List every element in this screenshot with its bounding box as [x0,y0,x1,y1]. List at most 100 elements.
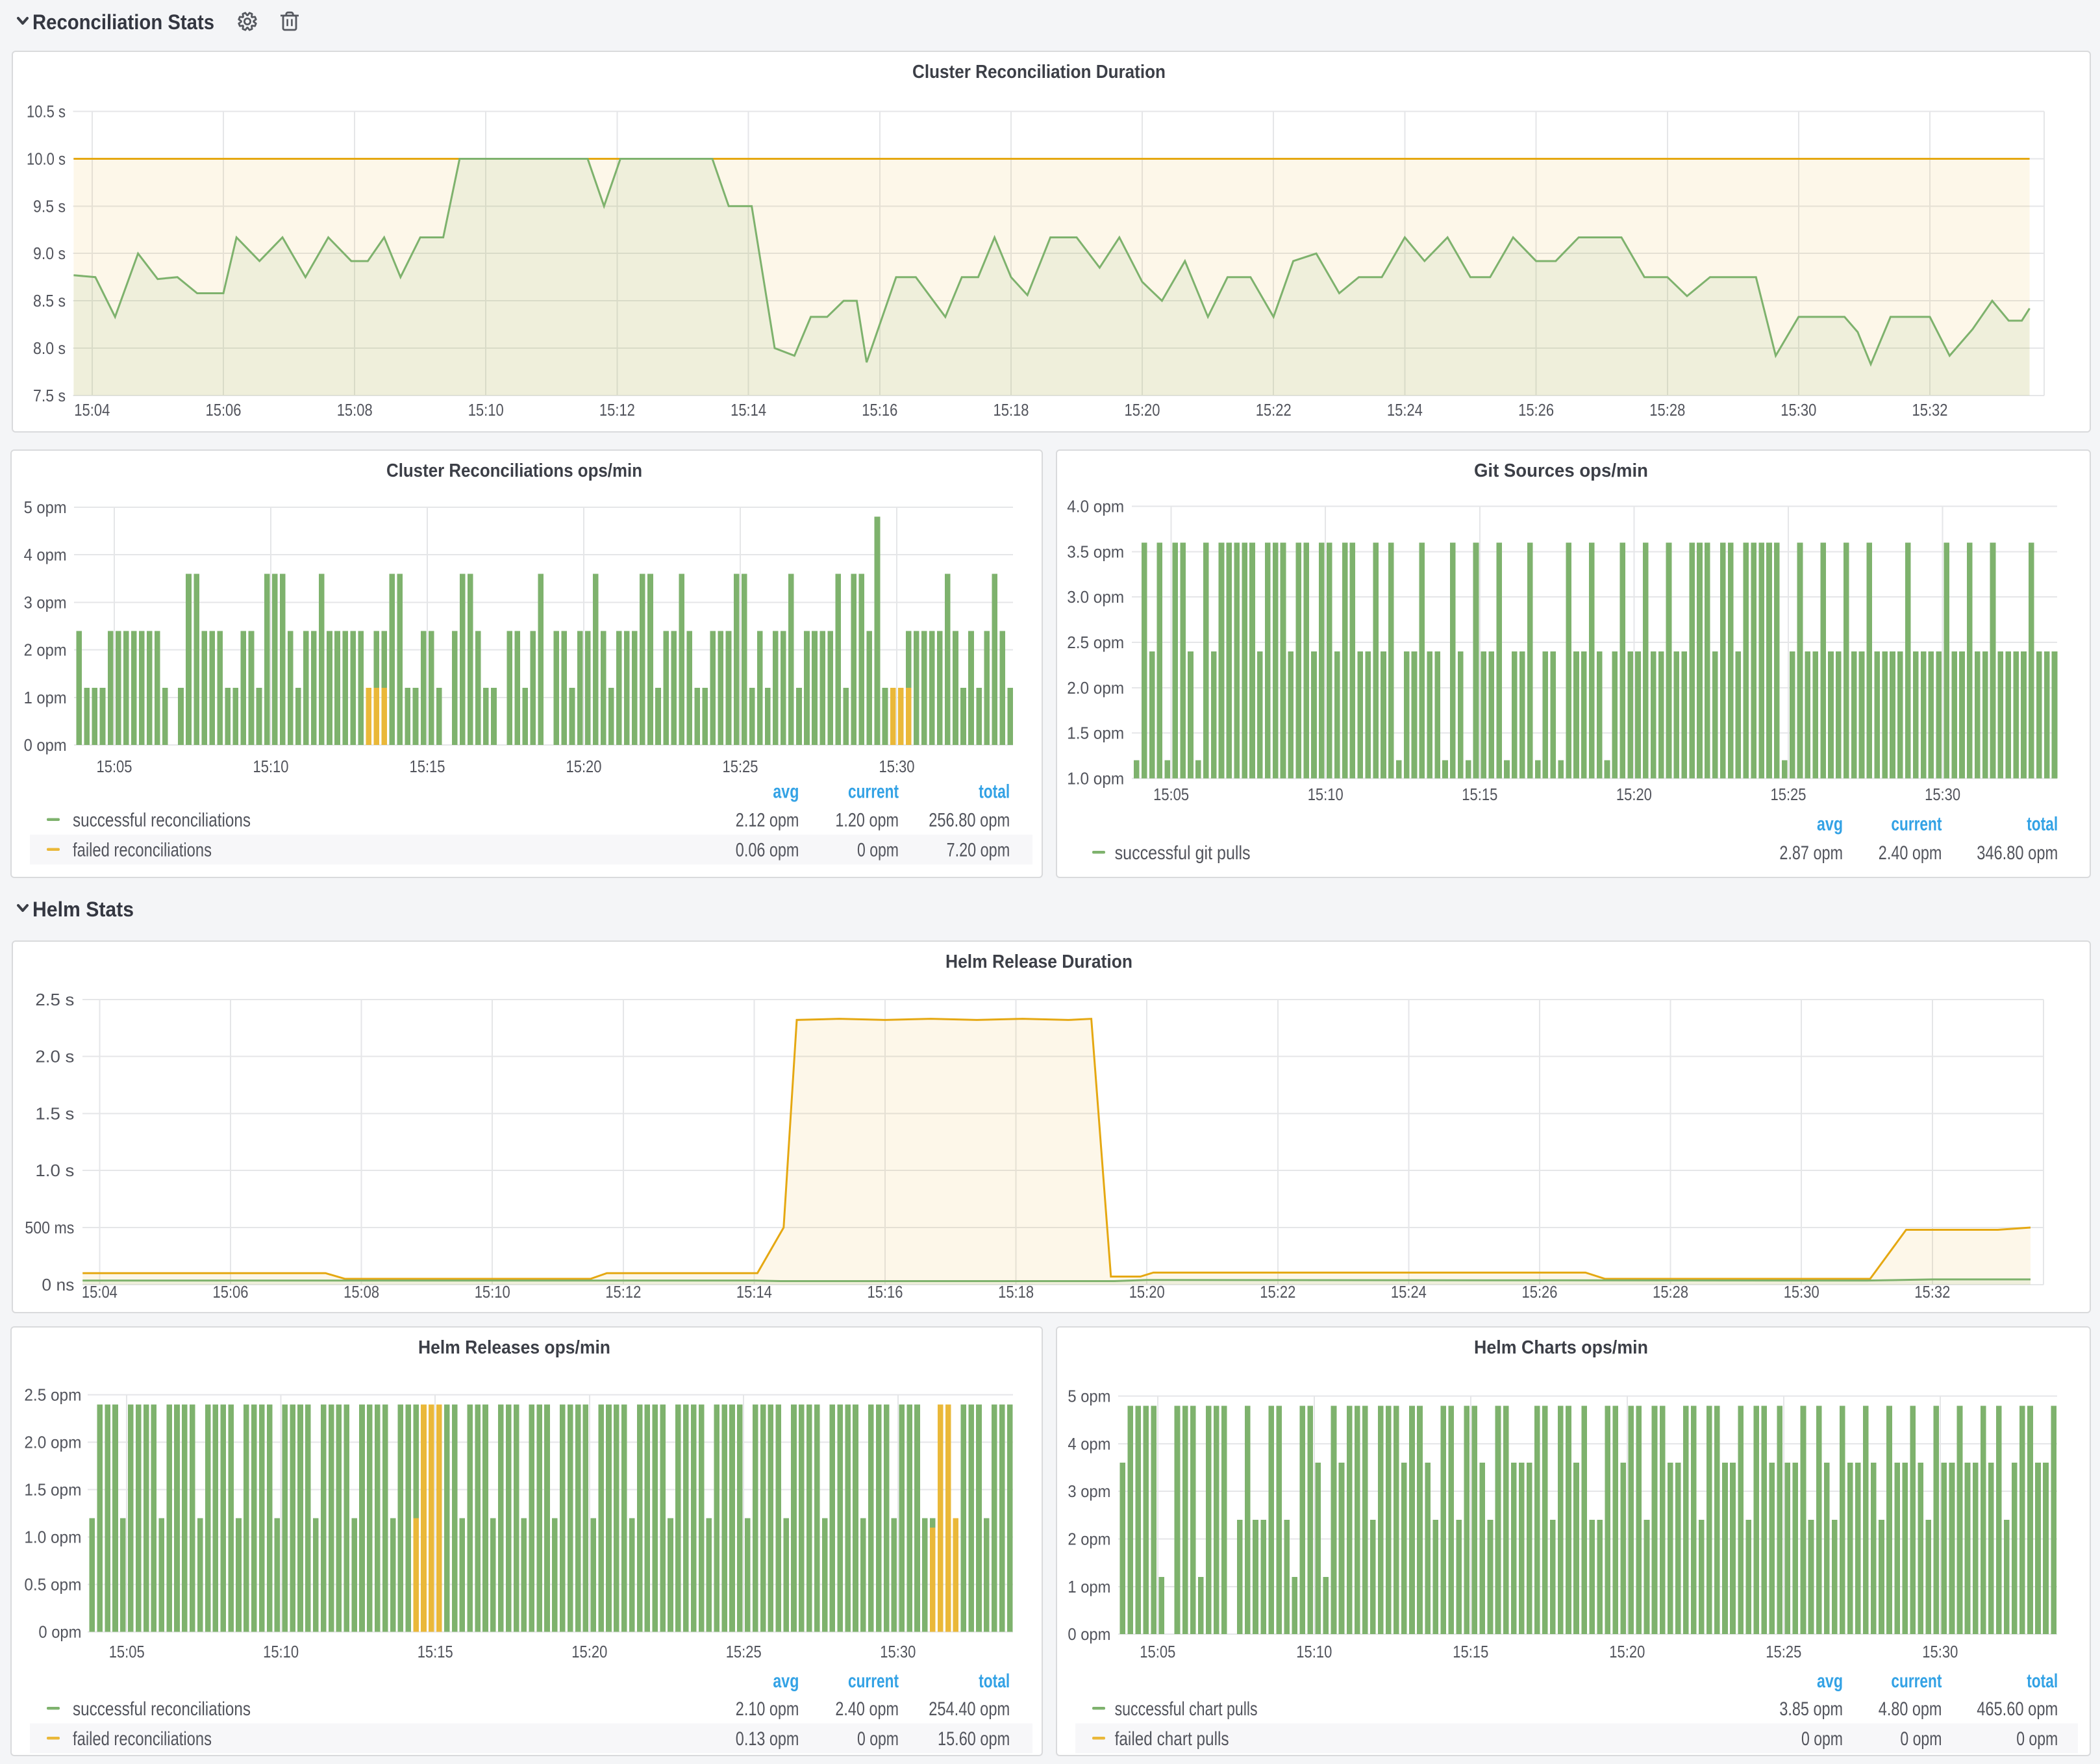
svg-text:15:06: 15:06 [213,1282,249,1302]
svg-text:3.85 opm: 3.85 opm [1779,1698,1843,1720]
svg-text:15:30: 15:30 [880,1642,916,1661]
svg-text:2.5 opm: 2.5 opm [24,1385,81,1405]
svg-text:15:30: 15:30 [1781,400,1816,420]
svg-text:0 opm: 0 opm [1801,1728,1843,1750]
svg-text:1.5 opm: 1.5 opm [1067,724,1124,743]
svg-text:9.0 s: 9.0 s [33,244,66,263]
svg-text:1 opm: 1 opm [1068,1577,1110,1596]
svg-text:5 opm: 5 opm [24,498,67,517]
svg-text:0 opm: 0 opm [38,1622,81,1642]
svg-text:0.13 opm: 0.13 opm [736,1728,799,1750]
svg-text:10.5 s: 10.5 s [27,102,66,121]
svg-text:15:15: 15:15 [1453,1642,1488,1661]
svg-text:successful chart pulls: successful chart pulls [1115,1698,1258,1720]
svg-text:2.5 s: 2.5 s [35,990,74,1009]
svg-text:0.5 opm: 0.5 opm [24,1575,81,1594]
svg-text:15:05: 15:05 [1153,785,1189,804]
svg-text:total: total [2027,813,2058,835]
svg-text:8.0 s: 8.0 s [33,338,66,358]
svg-text:failed reconciliations: failed reconciliations [73,839,212,861]
svg-text:10.0 s: 10.0 s [27,149,66,169]
svg-text:2.12 opm: 2.12 opm [736,809,799,831]
svg-text:2 opm: 2 opm [24,640,67,660]
svg-text:15:10: 15:10 [475,1282,510,1302]
svg-text:1.5 opm: 1.5 opm [24,1480,81,1500]
svg-text:15:32: 15:32 [1912,400,1948,420]
svg-text:2 opm: 2 opm [1068,1530,1110,1549]
svg-text:8.5 s: 8.5 s [33,291,66,310]
svg-text:15:20: 15:20 [566,757,602,776]
svg-text:15:06: 15:06 [206,400,242,420]
svg-text:0 opm: 0 opm [857,839,899,861]
svg-text:avg: avg [1817,813,1843,835]
svg-text:Reconciliation Stats: Reconciliation Stats [32,10,214,34]
svg-text:4 opm: 4 opm [24,545,67,564]
svg-text:15:10: 15:10 [468,400,504,420]
svg-text:2.10 opm: 2.10 opm [736,1698,799,1720]
svg-text:Helm Release Duration: Helm Release Duration [945,951,1132,972]
svg-text:15:05: 15:05 [97,757,132,776]
svg-text:15:24: 15:24 [1387,400,1423,420]
svg-text:1.0 opm: 1.0 opm [1067,768,1124,788]
svg-text:15:24: 15:24 [1391,1282,1427,1302]
svg-text:successful git pulls: successful git pulls [1115,842,1251,864]
svg-text:15:18: 15:18 [998,1282,1034,1302]
svg-text:15:04: 15:04 [74,400,110,420]
svg-text:4.80 opm: 4.80 opm [1879,1698,1942,1720]
svg-text:0 opm: 0 opm [1900,1728,1942,1750]
svg-text:15:05: 15:05 [109,1642,145,1661]
svg-text:15:08: 15:08 [344,1282,379,1302]
svg-text:5 opm: 5 opm [1068,1387,1110,1406]
svg-text:15:14: 15:14 [736,1282,772,1302]
svg-text:15:15: 15:15 [1462,785,1497,804]
svg-text:2.0 s: 2.0 s [35,1047,74,1066]
svg-text:15:12: 15:12 [605,1282,641,1302]
svg-text:256.80 opm: 256.80 opm [929,809,1010,831]
svg-text:15:28: 15:28 [1649,400,1685,420]
svg-text:2.5 opm: 2.5 opm [1067,633,1124,652]
svg-text:1.0 opm: 1.0 opm [24,1528,81,1547]
svg-text:current: current [1891,813,1942,835]
svg-text:15:20: 15:20 [571,1642,607,1661]
svg-text:1.0 s: 1.0 s [35,1161,74,1180]
svg-text:3.5 opm: 3.5 opm [1067,542,1124,561]
svg-text:15.60 opm: 15.60 opm [938,1728,1010,1750]
svg-text:15:10: 15:10 [1296,1642,1332,1661]
svg-text:1 opm: 1 opm [24,688,67,707]
svg-text:4 opm: 4 opm [1068,1434,1110,1454]
svg-text:avg: avg [773,781,799,802]
svg-text:Helm Charts ops/min: Helm Charts ops/min [1474,1337,1648,1358]
svg-text:346.80 opm: 346.80 opm [1977,842,2058,864]
svg-text:465.60 opm: 465.60 opm [1977,1698,2058,1720]
svg-text:Cluster Reconciliation Duratio: Cluster Reconciliation Duration [912,62,1166,82]
svg-text:3 opm: 3 opm [24,592,67,612]
svg-text:15:26: 15:26 [1522,1282,1558,1302]
svg-text:15:30: 15:30 [879,757,915,776]
svg-text:15:10: 15:10 [1308,785,1344,804]
svg-text:2.87 opm: 2.87 opm [1779,842,1843,864]
svg-text:15:25: 15:25 [726,1642,762,1661]
svg-text:0 opm: 0 opm [2016,1728,2058,1750]
svg-text:15:12: 15:12 [599,400,635,420]
svg-text:15:14: 15:14 [731,400,766,420]
svg-text:0 opm: 0 opm [24,735,67,755]
svg-text:1.20 opm: 1.20 opm [835,809,899,831]
svg-text:0 opm: 0 opm [1068,1624,1110,1644]
svg-text:4.0 opm: 4.0 opm [1067,497,1124,516]
svg-text:15:18: 15:18 [994,400,1029,420]
svg-text:15:20: 15:20 [1125,400,1160,420]
svg-text:total: total [979,1670,1010,1692]
svg-text:0.06 opm: 0.06 opm [736,839,799,861]
svg-text:15:20: 15:20 [1616,785,1652,804]
svg-text:current: current [848,1670,899,1692]
svg-text:Helm Releases ops/min: Helm Releases ops/min [418,1337,610,1358]
svg-text:1.5 s: 1.5 s [35,1103,74,1123]
svg-text:7.5 s: 7.5 s [33,386,66,405]
svg-text:15:20: 15:20 [1609,1642,1645,1661]
svg-text:15:30: 15:30 [1922,1642,1958,1661]
svg-text:15:20: 15:20 [1129,1282,1165,1302]
svg-text:15:10: 15:10 [253,757,289,776]
svg-text:current: current [848,781,899,802]
svg-text:15:30: 15:30 [1925,785,1960,804]
svg-text:0 opm: 0 opm [857,1728,899,1750]
